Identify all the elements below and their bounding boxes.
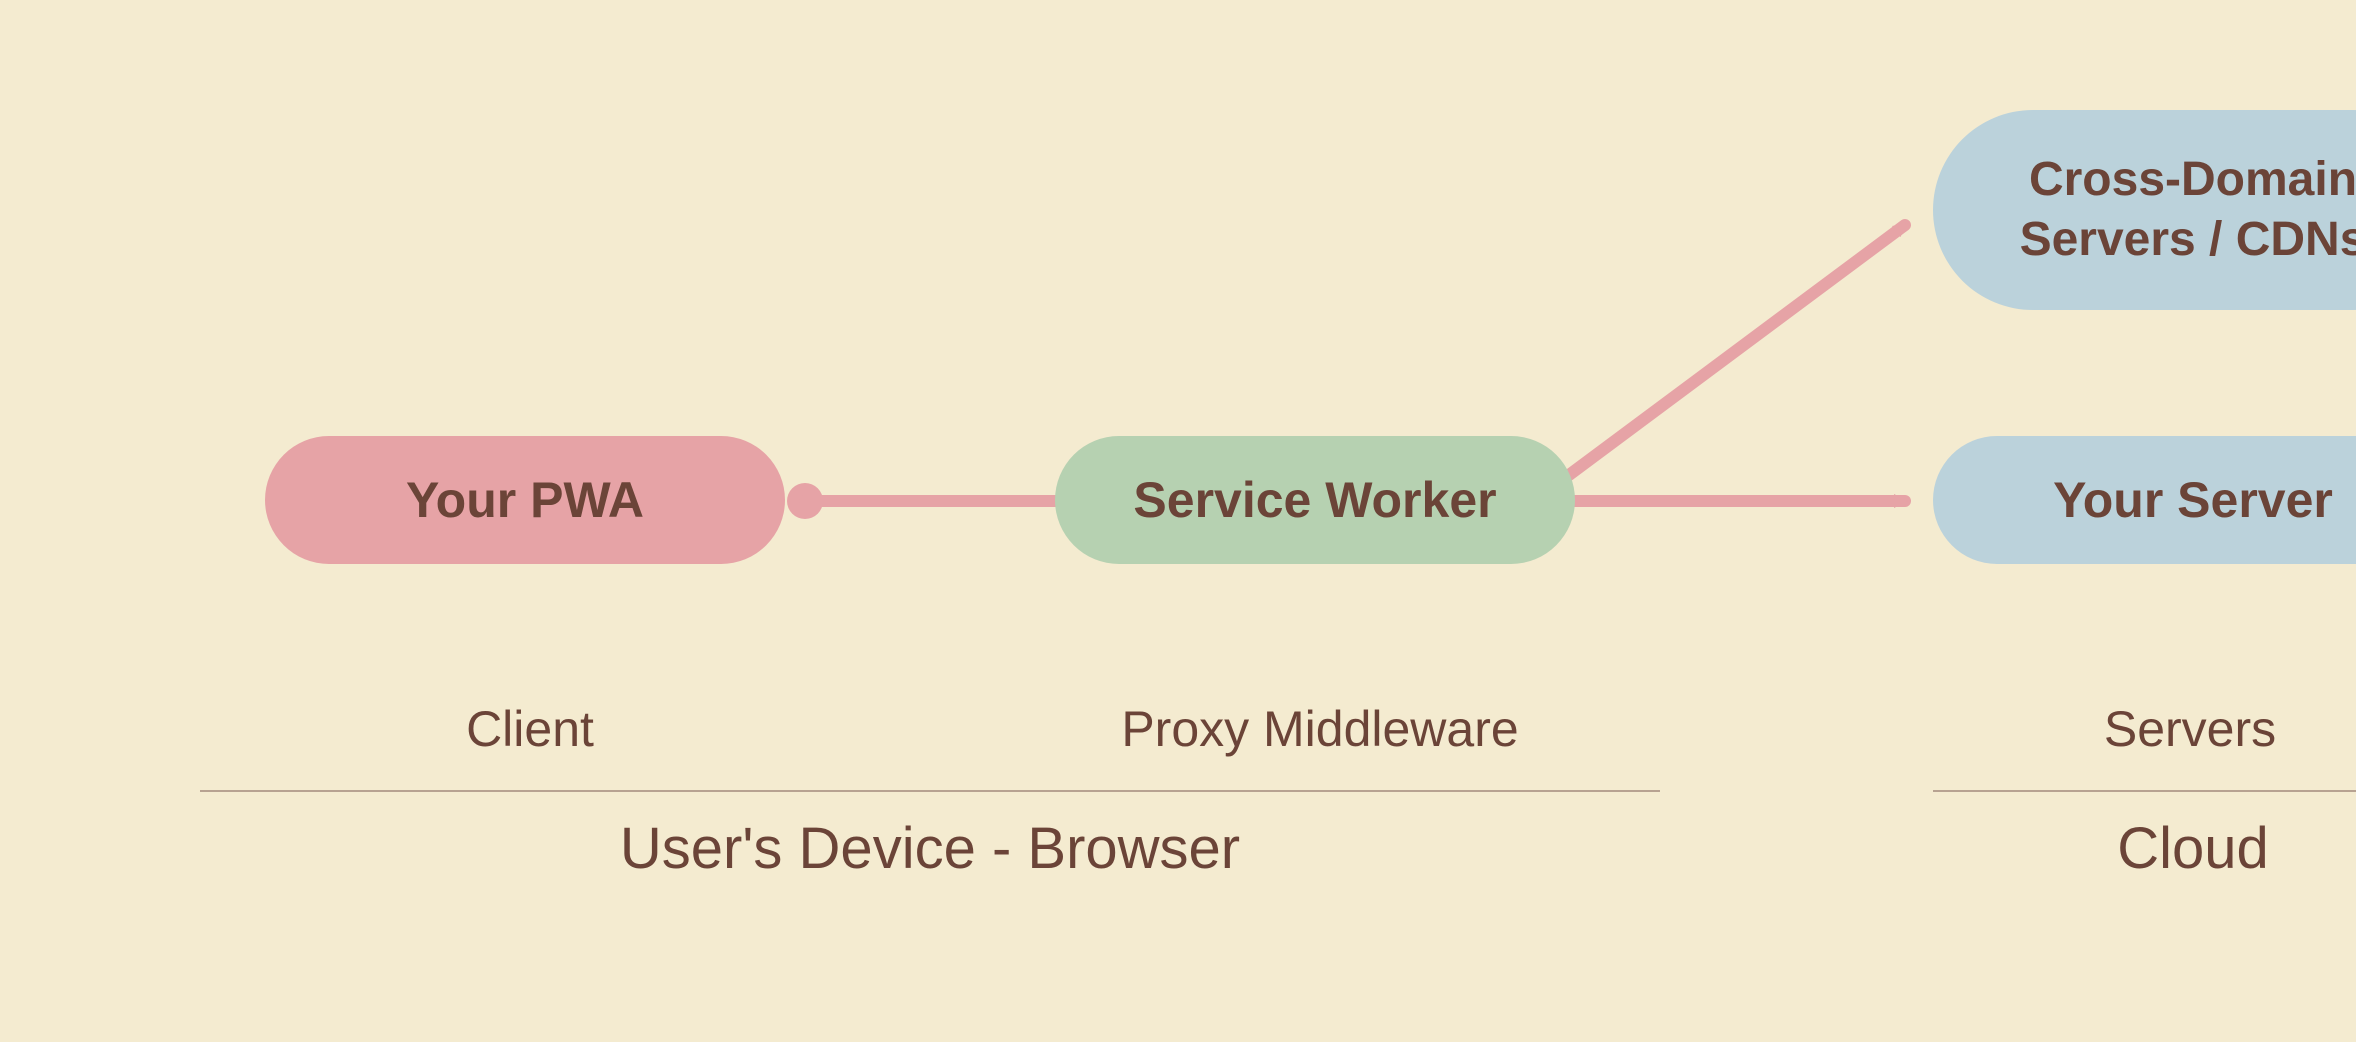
role-label-client: Client [290,700,770,758]
node-cross-domain-servers: Cross-Domain Servers / CDNs [1933,110,2356,310]
connector-sw-to-crossdomain [1565,225,1905,478]
connector-dot [787,483,823,519]
group-label-device: User's Device - Browser [200,815,1660,882]
node-your-server-label: Your Server [2053,470,2333,530]
node-service-worker-label: Service Worker [1133,470,1496,530]
node-cross-domain-servers-label: Cross-Domain Servers / CDNs [2020,150,2356,270]
node-your-pwa-label: Your PWA [406,470,644,530]
role-label-proxy: Proxy Middleware [1080,700,1560,758]
role-label-servers: Servers [1950,700,2356,758]
node-service-worker: Service Worker [1055,436,1575,564]
group-rule-device [200,790,1660,792]
node-your-server: Your Server [1933,436,2356,564]
diagram-stage: Your PWA Service Worker Cross-Domain Ser… [0,0,2356,1042]
node-your-pwa: Your PWA [265,436,785,564]
group-label-cloud: Cloud [1933,815,2356,882]
group-rule-cloud [1933,790,2356,792]
